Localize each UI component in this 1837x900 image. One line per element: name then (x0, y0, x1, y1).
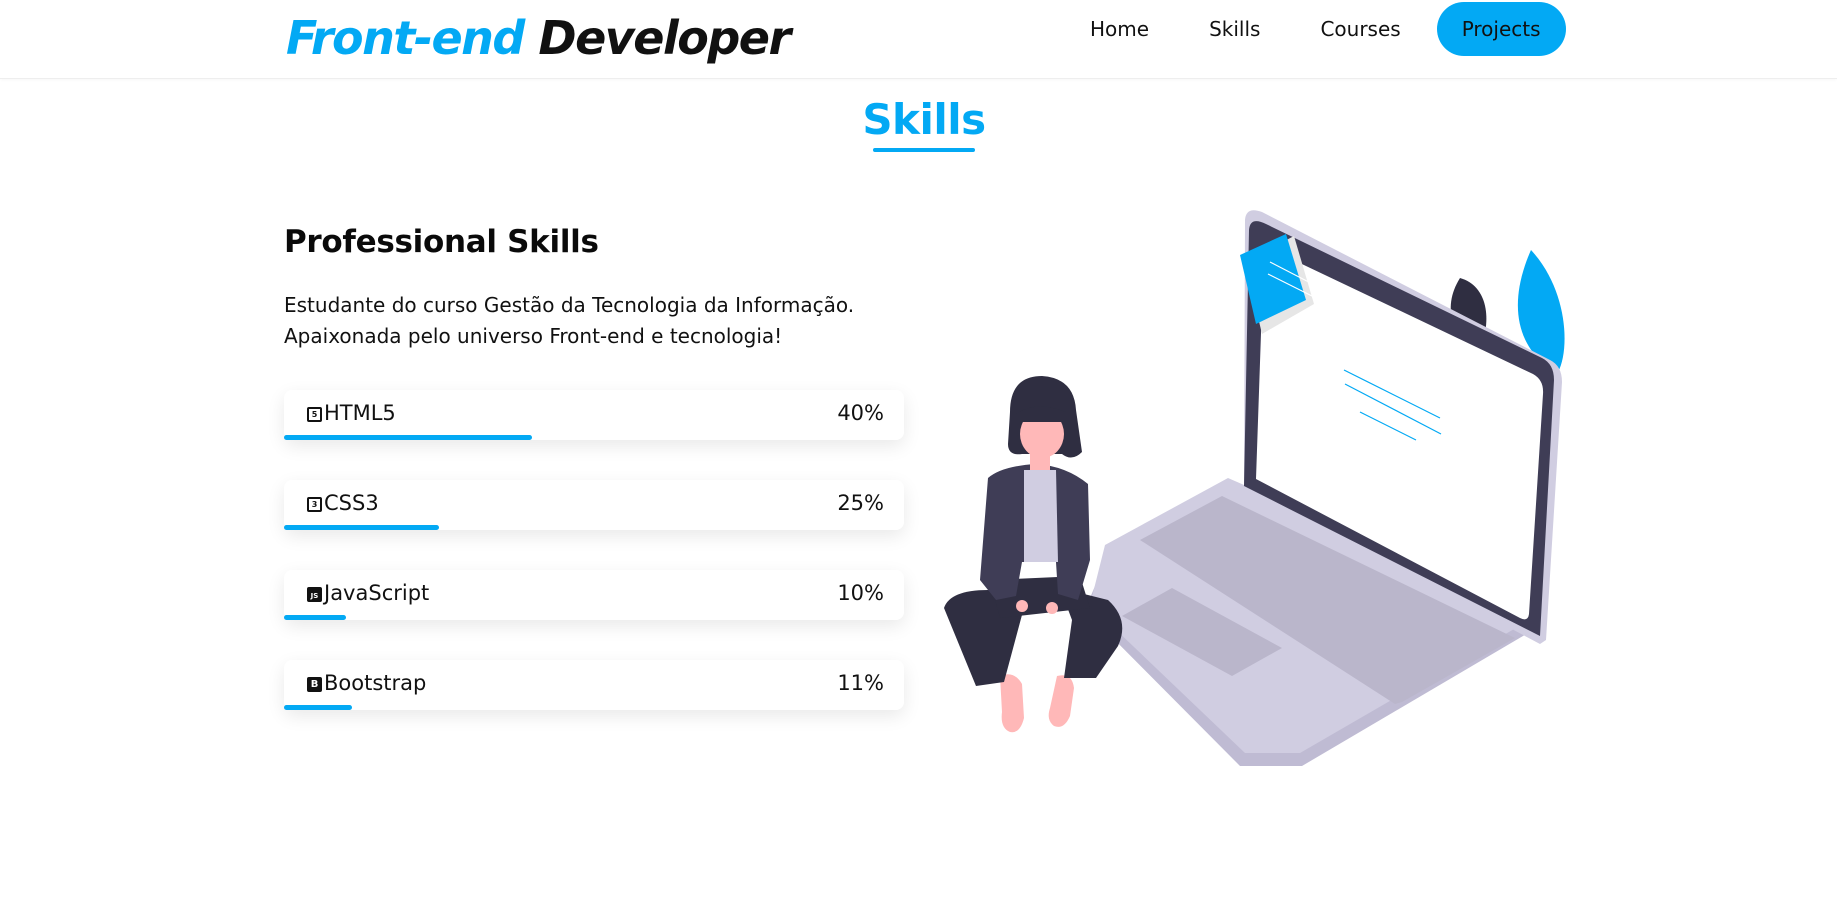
skill-progress-bar (284, 705, 353, 710)
html5-icon: 5 (307, 407, 322, 422)
skill-progress-bar (284, 525, 439, 530)
professional-skills-heading: Professional Skills (284, 224, 599, 260)
woman-figure (944, 376, 1123, 733)
skill-card-html5: 5 HTML5 40% (284, 390, 904, 440)
main-nav: Home Skills Courses Projects (1060, 2, 1566, 56)
intro-text: Estudante do curso Gestão da Tecnologia … (284, 290, 904, 352)
skill-progress-track (284, 525, 904, 530)
right-foot (1048, 675, 1074, 727)
intro-line: Apaixonada pelo universo Front-end e tec… (284, 324, 783, 348)
section-title: Skills (862, 95, 986, 144)
skill-progress-track (284, 705, 904, 710)
skill-name: JavaScript (324, 581, 430, 605)
skill-name: CSS3 (324, 491, 379, 515)
right-hand (1046, 602, 1058, 614)
shirt (1024, 470, 1058, 562)
skill-percent: 40% (837, 401, 884, 425)
site-header: Front-end Developer Home Skills Courses … (0, 0, 1837, 79)
skill-progress-bar (284, 615, 346, 620)
logo-accent-text: Front-end (286, 11, 525, 65)
skill-percent: 11% (837, 671, 884, 695)
intro-line: Estudante do curso Gestão da Tecnologia … (284, 293, 855, 317)
woman-with-laptop-illustration (944, 210, 1565, 766)
skill-name: HTML5 (324, 401, 396, 425)
left-hand (1016, 600, 1028, 612)
skill-progress-track (284, 615, 904, 620)
nav-skills-link[interactable]: Skills (1179, 2, 1290, 56)
section-title-underline (873, 148, 975, 152)
logo-dark-text: Developer (538, 11, 791, 65)
skill-progress-bar (284, 435, 532, 440)
javascript-icon: JS (307, 587, 322, 602)
css3-icon: 3 (307, 497, 322, 512)
skill-name: Bootstrap (324, 671, 427, 695)
skill-card-bootstrap: B Bootstrap 11% (284, 660, 904, 710)
skill-card-javascript: JS JavaScript 10% (284, 570, 904, 620)
site-logo[interactable]: Front-end Developer (286, 8, 791, 68)
nav-projects-link[interactable]: Projects (1436, 2, 1566, 56)
nav-courses-link[interactable]: Courses (1290, 2, 1430, 56)
skill-percent: 10% (837, 581, 884, 605)
bootstrap-icon: B (307, 677, 322, 692)
left-foot (1000, 674, 1024, 733)
skill-card-css3: 3 CSS3 25% (284, 480, 904, 530)
nav-home-link[interactable]: Home (1060, 2, 1179, 56)
skill-progress-track (284, 435, 904, 440)
skill-percent: 25% (837, 491, 884, 515)
